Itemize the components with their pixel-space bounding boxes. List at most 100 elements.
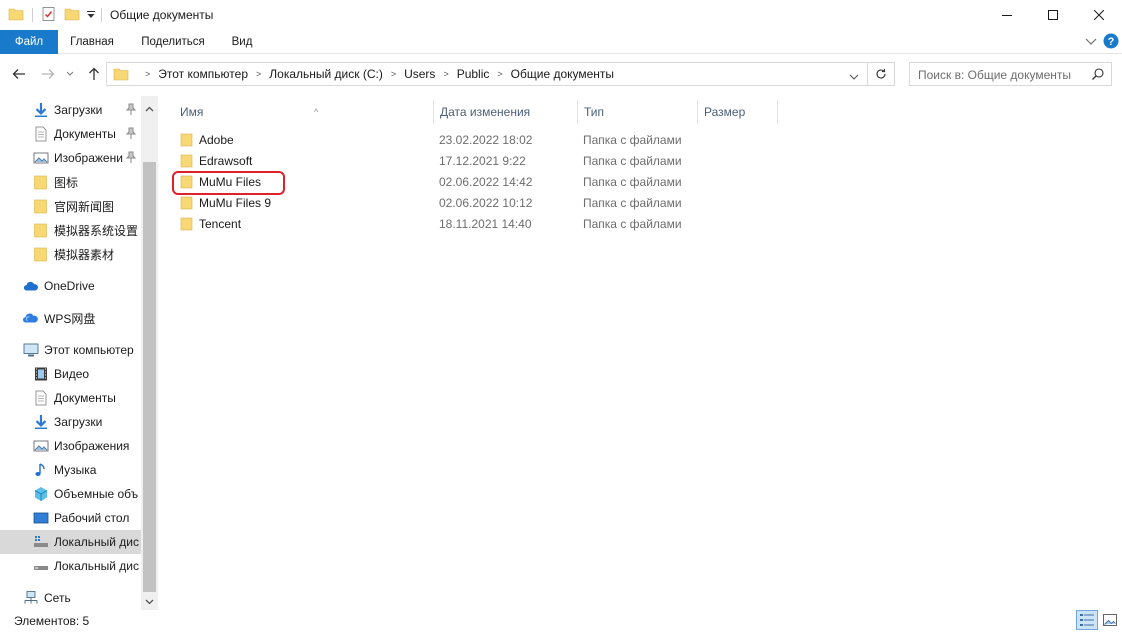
sidebar-item-network[interactable]: Сеть [0, 586, 141, 610]
search-input[interactable]: Поиск в: Общие документы [918, 68, 1071, 82]
chevron-right-icon[interactable]: > [145, 69, 150, 79]
sidebar-item-folder-emulator-assets[interactable]: 模拟器素材 [0, 242, 141, 266]
sidebar-item-folder-news[interactable]: 官网新闻图 [0, 194, 141, 218]
large-icons-view-icon [1103, 614, 1117, 626]
refresh-button[interactable] [868, 62, 895, 86]
properties-icon[interactable] [41, 6, 57, 25]
chevron-right-icon[interactable]: > [256, 69, 261, 79]
chevron-right-icon[interactable]: > [497, 69, 502, 79]
minimize-button[interactable] [984, 0, 1030, 30]
separator [32, 8, 33, 22]
sidebar-item-downloads[interactable]: Загрузки [0, 410, 141, 434]
pin-icon[interactable] [125, 127, 137, 142]
chevron-right-icon[interactable]: > [443, 69, 448, 79]
window-title: Общие документы [110, 8, 214, 22]
highlight-annotation [172, 171, 285, 195]
sidebar-item-this-pc[interactable]: Этот компьютер [0, 338, 141, 362]
new-folder-icon[interactable] [64, 6, 80, 25]
3d-objects-icon [33, 486, 49, 502]
minimize-icon [1002, 15, 1012, 16]
help-icon[interactable]: ? [1103, 33, 1119, 52]
breadcrumb-this-pc[interactable]: Этот компьютер [158, 67, 248, 81]
up-button[interactable] [84, 64, 104, 84]
scroll-down-icon[interactable] [145, 595, 154, 605]
file-row-mumu-files-9[interactable]: MuMu Files 9 02.06.2022 10:12 Папка с фа… [174, 193, 694, 214]
sidebar-item-folder-icons[interactable]: 图标 [0, 170, 141, 194]
svg-text:?: ? [1108, 36, 1115, 48]
arrow-up-icon [89, 67, 99, 80]
breadcrumb-local-disk[interactable]: Локальный диск (C:) [269, 67, 383, 81]
download-icon [33, 102, 49, 118]
maximize-button[interactable] [1030, 0, 1076, 30]
search-icon[interactable] [1091, 67, 1105, 84]
file-row-edrawsoft[interactable]: Edrawsoft 17.12.2021 9:22 Папка с файлам… [174, 151, 694, 172]
sidebar-item-onedrive[interactable]: OneDrive [0, 274, 141, 298]
this-pc-icon [23, 342, 39, 358]
search-box[interactable]: Поиск в: Общие документы [909, 62, 1112, 86]
sidebar-item-documents[interactable]: Документы [0, 386, 141, 410]
arrow-left-icon [12, 69, 25, 79]
sidebar-item-folder-emulator-settings[interactable]: 模拟器系统设置 [0, 218, 141, 242]
file-row-adobe[interactable]: Adobe 23.02.2022 18:02 Папка с файлами [174, 130, 694, 151]
sidebar-item-local-disk[interactable]: Локальный дис [0, 554, 141, 578]
tab-home[interactable]: Главная [60, 30, 124, 54]
folder-icon [180, 196, 194, 213]
back-button[interactable] [9, 64, 29, 84]
column-header-date[interactable]: Дата изменения [434, 100, 578, 124]
local-disk-icon [33, 558, 49, 574]
tab-file[interactable]: Файл [0, 30, 58, 54]
customize-toolbar-icon[interactable] [86, 9, 96, 24]
sidebar-item-music[interactable]: Музыка [0, 458, 141, 482]
recent-locations-button[interactable] [63, 64, 77, 84]
address-history-dropdown[interactable] [849, 70, 859, 84]
sidebar-item-3d-objects[interactable]: Объемные объ [0, 482, 141, 506]
tab-view[interactable]: Вид [222, 30, 262, 54]
forward-button[interactable] [38, 64, 58, 84]
sidebar-item-wps-cloud[interactable]: WPS网盘 [0, 306, 141, 330]
sidebar-item-documents-pinned[interactable]: Документы [0, 122, 141, 146]
folder-icon [113, 66, 129, 82]
music-icon [33, 462, 49, 478]
pin-icon[interactable] [125, 151, 137, 166]
wps-cloud-icon [23, 310, 39, 326]
sidebar-item-desktop[interactable]: Рабочий стол [0, 506, 141, 530]
close-button[interactable] [1076, 0, 1122, 30]
close-icon [1094, 10, 1104, 20]
details-view-button[interactable] [1076, 610, 1098, 630]
folder-icon [33, 174, 49, 190]
scrollbar-thumb[interactable] [143, 162, 156, 592]
column-header-type[interactable]: Тип [578, 100, 698, 124]
sidebar-item-pictures-pinned[interactable]: Изображени [0, 146, 141, 170]
separator [101, 8, 102, 22]
sidebar-item-pictures[interactable]: Изображения [0, 434, 141, 458]
video-icon [33, 366, 49, 382]
sidebar-item-video[interactable]: Видео [0, 362, 141, 386]
sidebar-item-local-disk-c[interactable]: Локальный дис [0, 530, 141, 554]
details-view-icon [1080, 614, 1094, 626]
column-header-name[interactable]: Имя ^ [174, 100, 434, 124]
refresh-icon [876, 69, 886, 79]
arrow-right-icon [42, 69, 55, 79]
desktop-icon [33, 510, 49, 526]
folder-icon [33, 222, 49, 238]
download-icon [33, 414, 49, 430]
tab-share[interactable]: Поделиться [130, 30, 216, 54]
column-header-size[interactable]: Размер [698, 100, 778, 124]
breadcrumb-public-documents[interactable]: Общие документы [511, 67, 614, 81]
pictures-icon [33, 438, 49, 454]
breadcrumb-public[interactable]: Public [457, 67, 490, 81]
folder-icon [180, 154, 194, 171]
address-bar[interactable]: > Этот компьютер > Локальный диск (C:) >… [106, 62, 868, 86]
onedrive-icon [23, 278, 39, 294]
breadcrumb-users[interactable]: Users [404, 67, 435, 81]
expand-ribbon-icon[interactable] [1085, 36, 1097, 50]
sidebar-item-downloads-pinned[interactable]: Загрузки [0, 98, 141, 122]
file-row-tencent[interactable]: Tencent 18.11.2021 14:40 Папка с файлами [174, 214, 694, 235]
scroll-up-icon[interactable] [145, 103, 154, 112]
maximize-icon [1048, 10, 1058, 20]
pin-icon[interactable] [125, 103, 137, 118]
large-icons-view-button[interactable] [1099, 610, 1121, 630]
sidebar-scrollbar[interactable] [141, 96, 158, 610]
chevron-right-icon[interactable]: > [391, 69, 396, 79]
folder-icon [33, 198, 49, 214]
